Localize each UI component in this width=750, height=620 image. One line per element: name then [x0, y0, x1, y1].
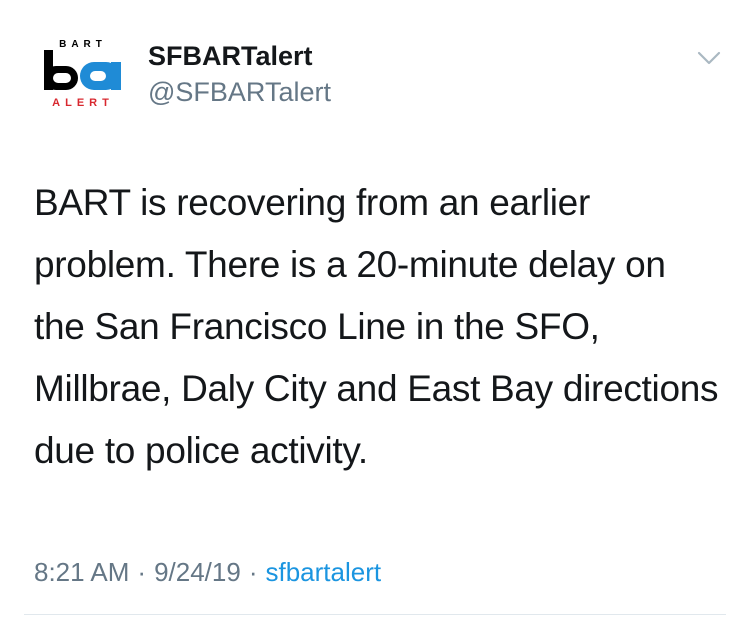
tweet-text: BART is recovering from an earlier probl…: [34, 182, 719, 471]
avatar[interactable]: BART ALERT: [38, 36, 128, 109]
chevron-down-icon[interactable]: [696, 48, 722, 68]
tweet-time[interactable]: 8:21 AM: [34, 557, 129, 587]
divider: [24, 614, 726, 615]
tweet-source-link[interactable]: sfbartalert: [266, 557, 382, 587]
tweet-header: BART ALERT SFBARTalert @SFBARTalert: [38, 36, 730, 116]
bart-alert-logo: BART ALERT: [44, 39, 121, 109]
tweet-card: BART ALERT SFBARTalert @SFBARTalert BART…: [0, 0, 750, 620]
user-names: SFBARTalert @SFBARTalert: [148, 40, 331, 110]
display-name[interactable]: SFBARTalert: [148, 40, 331, 72]
logo-bottom-text: ALERT: [52, 97, 114, 108]
tweet-date[interactable]: 9/24/19: [154, 557, 241, 587]
meta-separator: ·: [137, 557, 147, 587]
user-handle[interactable]: @SFBARTalert: [148, 74, 331, 110]
logo-top-text: BART: [59, 39, 107, 50]
meta-separator: ·: [248, 557, 258, 587]
tweet-meta: 8:21 AM · 9/24/19 · sfbartalert: [34, 554, 381, 590]
